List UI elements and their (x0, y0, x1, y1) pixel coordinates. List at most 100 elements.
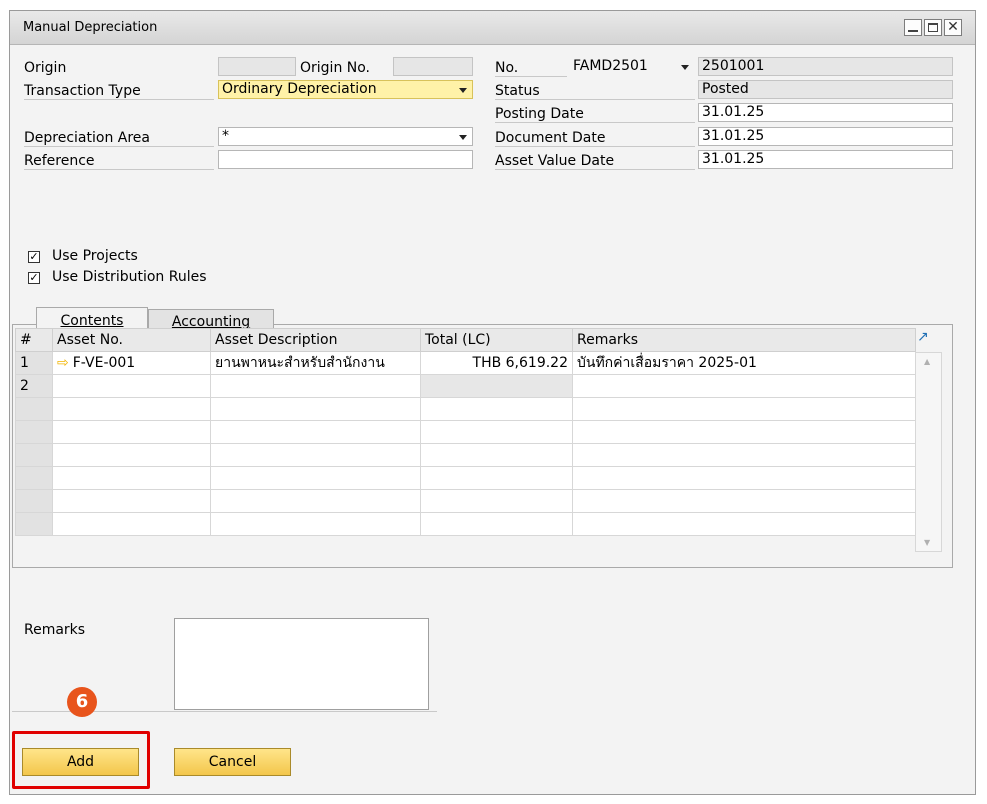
reference-field[interactable] (218, 150, 473, 169)
title-bar: Manual Depreciation ✕ (10, 11, 975, 45)
column-header-total-lc[interactable]: Total (LC) (420, 328, 573, 352)
close-icon[interactable]: ✕ (944, 19, 962, 36)
empty-cell (52, 489, 211, 513)
table-row (15, 397, 916, 421)
use-projects-checkbox[interactable]: ✓ (28, 251, 40, 263)
table-row (15, 489, 916, 513)
column-header-remarks[interactable]: Remarks (572, 328, 916, 352)
total-lc-cell[interactable] (420, 374, 573, 398)
column-header-asset-no[interactable]: Asset No. (52, 328, 211, 352)
status-field: Posted (698, 80, 953, 99)
empty-cell (572, 420, 916, 444)
asset-value-date-field[interactable]: 31.01.25 (698, 150, 953, 169)
cancel-button[interactable]: Cancel (174, 748, 291, 776)
window-title: Manual Depreciation (23, 20, 158, 35)
asset-no-value: F-VE-001 (72, 355, 136, 371)
add-button[interactable]: Add (22, 748, 139, 776)
row-number (15, 443, 53, 467)
row-number (15, 397, 53, 421)
empty-cell (420, 489, 573, 513)
table-row[interactable]: 2 (15, 374, 916, 398)
empty-cell (210, 489, 421, 513)
chevron-down-icon (459, 135, 467, 140)
empty-cell (210, 512, 421, 536)
document-date-label: Document Date (495, 130, 695, 147)
status-label: Status (495, 83, 695, 100)
remarks-cell[interactable] (572, 374, 916, 398)
maximize-icon[interactable] (924, 19, 942, 36)
minimize-icon[interactable] (904, 19, 922, 36)
expand-grid-icon[interactable]: ↗ (917, 330, 932, 345)
asset-no-cell[interactable]: ⇨ F-VE-001 (52, 351, 211, 375)
row-number: 1 (15, 351, 53, 375)
asset-value-date-label: Asset Value Date (495, 153, 695, 170)
empty-cell (572, 466, 916, 490)
series-dropdown[interactable]: FAMD2501 (569, 57, 695, 76)
table-row (15, 512, 916, 536)
origin-field[interactable] (218, 57, 296, 76)
depreciation-area-dropdown[interactable]: * (218, 127, 473, 146)
asset-grid: # Asset No. Asset Description Total (LC)… (15, 328, 916, 536)
link-arrow-icon[interactable]: ⇨ (57, 355, 69, 371)
row-number: 2 (15, 374, 53, 398)
empty-cell (572, 489, 916, 513)
table-row (15, 443, 916, 467)
remarks-cell[interactable]: บันทึกค่าเสื่อมราคา 2025-01 (572, 351, 916, 375)
table-row (15, 466, 916, 490)
empty-cell (52, 420, 211, 444)
empty-cell (52, 466, 211, 490)
column-header-asset-description[interactable]: Asset Description (210, 328, 421, 352)
transaction-type-value: Ordinary Depreciation (222, 81, 377, 97)
row-number (15, 489, 53, 513)
posting-date-field[interactable]: 31.01.25 (698, 103, 953, 122)
scroll-down-icon[interactable]: ▼ (924, 538, 930, 547)
remarks-textarea[interactable] (174, 618, 429, 710)
grid-vertical-scrollbar[interactable]: ▲ ▼ (915, 352, 942, 552)
empty-cell (52, 397, 211, 421)
chevron-down-icon (459, 88, 467, 93)
tab-contents-label: Contents (60, 313, 124, 329)
origin-no-label: Origin No. (300, 60, 371, 76)
depreciation-area-value: * (222, 128, 229, 144)
remarks-label: Remarks (24, 622, 86, 638)
asset-description-cell[interactable]: ยานพาหนะสำหรับสำนักงาน (210, 351, 421, 375)
use-projects-label: Use Projects (52, 248, 138, 264)
row-number (15, 420, 53, 444)
empty-cell (572, 397, 916, 421)
total-lc-cell[interactable]: THB 6,619.22 (420, 351, 573, 375)
scroll-up-icon[interactable]: ▲ (924, 357, 930, 366)
empty-cell (420, 397, 573, 421)
empty-cell (572, 512, 916, 536)
step-badge: 6 (67, 687, 97, 717)
origin-no-field[interactable] (393, 57, 473, 76)
no-label: No. (495, 60, 567, 77)
empty-cell (420, 443, 573, 467)
empty-cell (420, 466, 573, 490)
column-header-row-number[interactable]: # (15, 328, 53, 352)
reference-label: Reference (24, 153, 214, 170)
depreciation-area-label: Depreciation Area (24, 130, 214, 147)
use-distribution-rules-checkbox[interactable]: ✓ (28, 272, 40, 284)
transaction-type-label: Transaction Type (24, 83, 214, 100)
document-date-field[interactable]: 31.01.25 (698, 127, 953, 146)
document-number-field[interactable]: 2501001 (698, 57, 953, 76)
row-number (15, 466, 53, 490)
series-value: FAMD2501 (573, 58, 648, 74)
transaction-type-dropdown[interactable]: Ordinary Depreciation (218, 80, 473, 99)
table-row (15, 420, 916, 444)
empty-cell (572, 443, 916, 467)
chevron-down-icon (681, 65, 689, 70)
use-distribution-rules-label: Use Distribution Rules (52, 269, 207, 285)
empty-cell (420, 420, 573, 444)
empty-cell (420, 512, 573, 536)
asset-no-cell[interactable] (52, 374, 211, 398)
empty-cell (210, 397, 421, 421)
asset-description-cell[interactable] (210, 374, 421, 398)
empty-cell (52, 443, 211, 467)
table-row[interactable]: 1 ⇨ F-VE-001 ยานพาหนะสำหรับสำนักงาน THB 6… (15, 351, 916, 375)
row-number (15, 512, 53, 536)
empty-cell (52, 512, 211, 536)
empty-cell (210, 443, 421, 467)
empty-cell (210, 420, 421, 444)
empty-cell (210, 466, 421, 490)
